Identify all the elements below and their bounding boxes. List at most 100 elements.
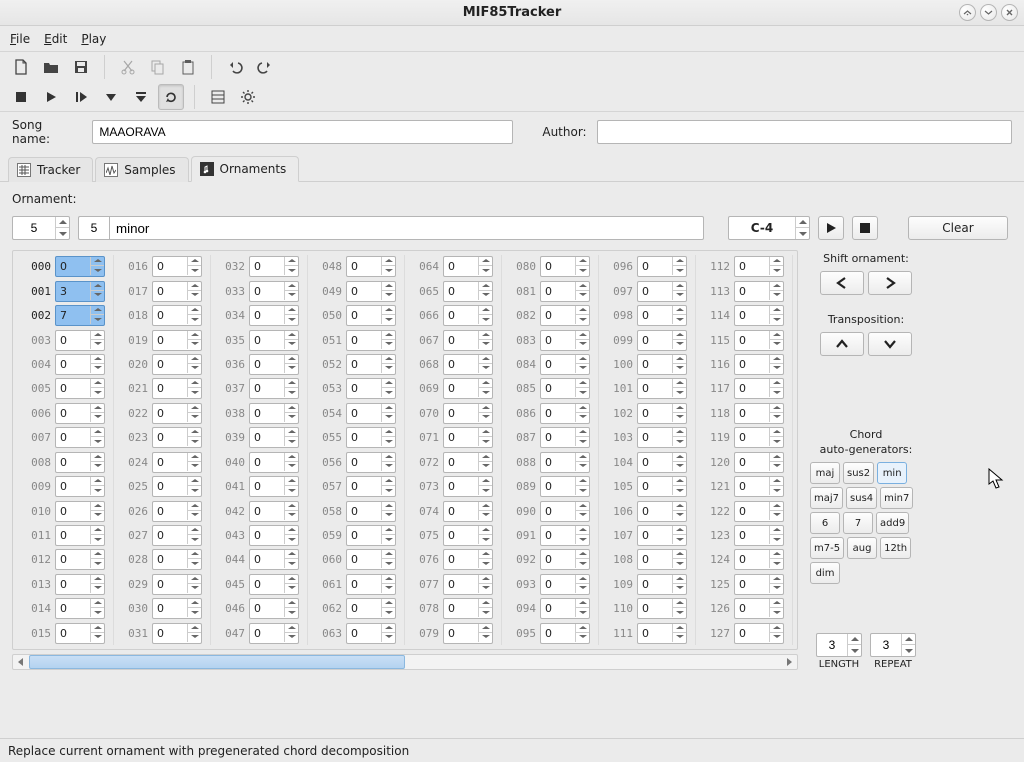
chord-12th[interactable]: 12th — [880, 537, 911, 559]
value-cell[interactable]: 0 — [734, 281, 784, 302]
spin-up-icon[interactable] — [55, 217, 69, 228]
play-from-button[interactable] — [68, 84, 94, 110]
ornament-name-input[interactable] — [109, 216, 704, 240]
test-note-selector[interactable]: C-4 — [728, 216, 810, 240]
value-cell[interactable]: 0 — [443, 403, 493, 424]
chord-aug[interactable]: aug — [847, 537, 877, 559]
value-cell[interactable]: 0 — [346, 623, 396, 644]
open-file-button[interactable] — [38, 54, 64, 80]
value-cell[interactable]: 0 — [443, 452, 493, 473]
scroll-right-icon[interactable] — [781, 655, 797, 669]
value-cell[interactable]: 0 — [637, 598, 687, 619]
value-cell[interactable]: 0 — [734, 452, 784, 473]
value-cell[interactable]: 0 — [55, 501, 105, 522]
manager-button[interactable] — [205, 84, 231, 110]
value-cell[interactable]: 7 — [55, 305, 105, 326]
value-cell[interactable]: 0 — [540, 281, 590, 302]
value-cell[interactable]: 0 — [734, 574, 784, 595]
chord-add9[interactable]: add9 — [876, 512, 909, 534]
value-cell[interactable]: 0 — [637, 256, 687, 277]
value-cell[interactable]: 0 — [152, 598, 202, 619]
scrollbar-thumb[interactable] — [29, 655, 405, 669]
preferences-button[interactable] — [235, 84, 261, 110]
value-cell[interactable]: 0 — [540, 476, 590, 497]
value-cell[interactable]: 0 — [734, 476, 784, 497]
loop-button[interactable] — [158, 84, 184, 110]
value-cell[interactable]: 0 — [249, 623, 299, 644]
value-cell[interactable]: 0 — [637, 549, 687, 570]
value-cell[interactable]: 0 — [734, 525, 784, 546]
value-cell[interactable]: 0 — [249, 354, 299, 375]
play-pattern-down-button[interactable] — [98, 84, 124, 110]
chord-min[interactable]: min — [877, 462, 907, 484]
value-cell[interactable]: 0 — [540, 330, 590, 351]
value-cell[interactable]: 0 — [443, 281, 493, 302]
ornament-prefix-input[interactable] — [79, 221, 109, 235]
value-cell[interactable]: 0 — [346, 476, 396, 497]
value-cell[interactable]: 0 — [443, 574, 493, 595]
value-cell[interactable]: 0 — [540, 378, 590, 399]
value-cell[interactable]: 0 — [443, 501, 493, 522]
value-cell[interactable]: 0 — [443, 525, 493, 546]
undo-button[interactable] — [222, 54, 248, 80]
value-cell[interactable]: 0 — [734, 354, 784, 375]
chord-dim[interactable]: dim — [810, 562, 840, 584]
chord-sus2[interactable]: sus2 — [843, 462, 874, 484]
value-cell[interactable]: 0 — [346, 403, 396, 424]
save-file-button[interactable] — [68, 54, 94, 80]
value-cell[interactable]: 0 — [152, 330, 202, 351]
song-name-input[interactable] — [92, 120, 512, 144]
tab-tracker[interactable]: Tracker — [8, 157, 93, 182]
value-cell[interactable]: 0 — [152, 354, 202, 375]
value-cell[interactable]: 0 — [637, 501, 687, 522]
transpose-up-button[interactable] — [820, 332, 864, 356]
value-cell[interactable]: 0 — [346, 330, 396, 351]
value-cell[interactable]: 0 — [734, 378, 784, 399]
ornament-index-spinner[interactable] — [12, 216, 70, 240]
value-cell[interactable]: 0 — [152, 623, 202, 644]
value-cell[interactable]: 0 — [540, 525, 590, 546]
value-cell[interactable]: 0 — [540, 549, 590, 570]
redo-button[interactable] — [252, 54, 278, 80]
length-spinner[interactable] — [816, 633, 862, 657]
value-cell[interactable]: 0 — [249, 256, 299, 277]
value-cell[interactable]: 0 — [734, 549, 784, 570]
value-cell[interactable]: 0 — [637, 574, 687, 595]
value-cell[interactable]: 0 — [152, 378, 202, 399]
clear-button[interactable]: Clear — [908, 216, 1008, 240]
value-cell[interactable]: 0 — [249, 281, 299, 302]
value-cell[interactable]: 0 — [55, 330, 105, 351]
value-cell[interactable]: 0 — [249, 378, 299, 399]
value-cell[interactable]: 0 — [637, 378, 687, 399]
value-cell[interactable]: 0 — [346, 256, 396, 277]
transpose-down-button[interactable] — [868, 332, 912, 356]
value-cell[interactable]: 0 — [734, 330, 784, 351]
value-cell[interactable]: 0 — [540, 574, 590, 595]
author-input[interactable] — [597, 120, 1012, 144]
value-cell[interactable]: 0 — [249, 476, 299, 497]
value-cell[interactable]: 0 — [249, 403, 299, 424]
value-cell[interactable]: 0 — [249, 305, 299, 326]
test-stop-button[interactable] — [852, 216, 878, 240]
value-cell[interactable]: 0 — [55, 574, 105, 595]
value-cell[interactable]: 0 — [443, 623, 493, 644]
value-cell[interactable]: 0 — [152, 501, 202, 522]
value-cell[interactable]: 0 — [540, 256, 590, 277]
chord-sus4[interactable]: sus4 — [846, 487, 877, 509]
chord-maj7[interactable]: maj7 — [810, 487, 843, 509]
value-cell[interactable]: 0 — [540, 354, 590, 375]
value-cell[interactable]: 0 — [346, 549, 396, 570]
value-cell[interactable]: 0 — [249, 427, 299, 448]
value-cell[interactable]: 0 — [637, 525, 687, 546]
shift-left-button[interactable] — [820, 271, 864, 295]
copy-button[interactable] — [145, 54, 171, 80]
value-cell[interactable]: 0 — [55, 452, 105, 473]
value-cell[interactable]: 0 — [152, 427, 202, 448]
value-cell[interactable]: 0 — [346, 354, 396, 375]
value-cell[interactable]: 0 — [443, 378, 493, 399]
chord-min7[interactable]: min7 — [880, 487, 913, 509]
cut-button[interactable] — [115, 54, 141, 80]
value-cell[interactable]: 0 — [152, 452, 202, 473]
value-cell[interactable]: 0 — [55, 427, 105, 448]
menu-file[interactable]: File — [10, 32, 30, 46]
